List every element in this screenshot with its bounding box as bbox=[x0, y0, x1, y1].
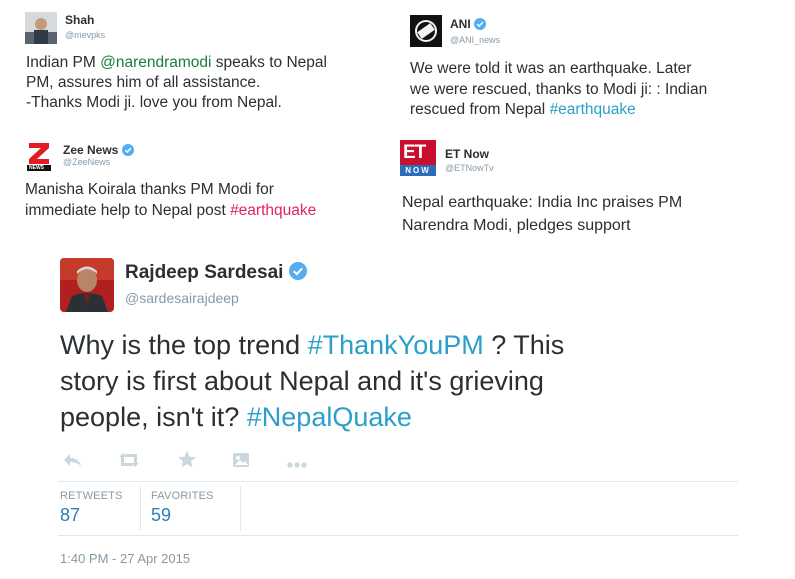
et-now-tweet-text: Nepal earthquake: India Inc praises PM N… bbox=[402, 191, 682, 237]
ani-tweet-text: We were told it was an earthquake. Later… bbox=[410, 59, 707, 121]
tweet-zee-news: NEWS Zee News @ZeeNews Manisha Koirala t… bbox=[0, 130, 400, 240]
rajdeep-handle[interactable]: @sardesairajdeep bbox=[125, 290, 239, 306]
ani-handle[interactable]: @ANI_news bbox=[450, 35, 500, 45]
rajdeep-tweet-text: Why is the top trend #ThankYouPM ? This … bbox=[60, 327, 564, 435]
shah-avatar-image bbox=[25, 12, 57, 44]
stats-divider-top bbox=[58, 481, 738, 482]
tweet-timestamp[interactable]: 1:40 PM - 27 Apr 2015 bbox=[60, 551, 190, 566]
verified-icon bbox=[288, 262, 307, 281]
rajdeep-line1-pre: Why is the top trend bbox=[60, 330, 308, 360]
et-now-line1: Nepal earthquake: India Inc praises PM bbox=[402, 194, 683, 211]
shah-handle[interactable]: @mevpks bbox=[65, 30, 105, 40]
retweets-label[interactable]: RETWEETS bbox=[60, 490, 123, 502]
hashtag-earthquake-zee[interactable]: #earthquake bbox=[230, 202, 316, 219]
tweet-et-now: ET NOW ET Now @ETNowTv Nepal earthquake:… bbox=[400, 130, 795, 240]
et-now-logo-bottom: NOW bbox=[400, 165, 436, 176]
ani-line1: We were told it was an earthquake. Later bbox=[410, 60, 692, 77]
ani-name[interactable]: ANI bbox=[450, 17, 487, 31]
zee-news-logo[interactable]: NEWS bbox=[25, 140, 53, 172]
shah-line2: PM, assures him of all assistance. bbox=[26, 74, 261, 91]
more-icon bbox=[287, 462, 307, 468]
ani-line2: we were rescued, thanks to Modi ji: : In… bbox=[410, 80, 708, 98]
favorite-icon bbox=[178, 451, 196, 468]
shah-name[interactable]: Shah bbox=[65, 13, 94, 27]
tweet-shah: Shah @mevpks Indian PM @narendramodi spe… bbox=[0, 0, 400, 130]
retweets-count[interactable]: 87 bbox=[60, 505, 80, 526]
retweet-icon bbox=[119, 453, 139, 467]
et-now-name[interactable]: ET Now bbox=[445, 147, 489, 161]
et-now-logo-top: ET bbox=[403, 142, 426, 163]
shah-line1-pre: Indian PM bbox=[26, 54, 101, 71]
rajdeep-name-text: Rajdeep Sardesai bbox=[125, 262, 284, 283]
ani-line3-pre: rescued from Nepal bbox=[410, 101, 550, 118]
stats-divider-bottom bbox=[58, 535, 738, 536]
zee-news-name-text: Zee News bbox=[63, 143, 119, 157]
hashtag-earthquake[interactable]: #earthquake bbox=[550, 101, 636, 118]
zee-news-tweet-text: Manisha Koirala thanks PM Modi for immed… bbox=[25, 180, 316, 221]
shah-line3: -Thanks Modi ji. love you from Nepal. bbox=[26, 94, 282, 111]
main-tweet: Rajdeep Sardesai @sardesairajdeep Why is… bbox=[0, 245, 795, 579]
ani-name-text: ANI bbox=[450, 17, 471, 31]
rajdeep-line3-pre: people, isn't it? bbox=[60, 402, 247, 432]
zee-news-line2-pre: immediate help to Nepal post bbox=[25, 201, 231, 219]
stats-divider-vertical-1 bbox=[140, 486, 141, 531]
ani-logo-image bbox=[410, 15, 442, 47]
et-now-logo[interactable]: ET NOW bbox=[400, 140, 436, 176]
tweet-ani: ANI @ANI_news We were told it was an ear… bbox=[400, 0, 795, 130]
shah-tweet-text: Indian PM @narendramodi speaks to Nepal … bbox=[26, 53, 327, 113]
embed-button[interactable] bbox=[232, 452, 250, 468]
rajdeep-line2: story is first about Nepal and it's grie… bbox=[60, 366, 544, 396]
retweet-button[interactable] bbox=[117, 452, 141, 468]
zee-news-logo-text: NEWS bbox=[29, 165, 44, 171]
favorites-count[interactable]: 59 bbox=[151, 505, 171, 526]
verified-icon bbox=[121, 143, 134, 156]
hashtag-nepalquake[interactable]: #NepalQuake bbox=[247, 402, 412, 432]
reply-button[interactable] bbox=[62, 452, 84, 468]
et-now-line2: Narendra Modi, pledges support bbox=[402, 217, 631, 234]
mention-narendramodi[interactable]: @narendramodi bbox=[100, 54, 211, 71]
shah-line1-post: speaks to Nepal bbox=[211, 54, 327, 71]
rajdeep-line1-post: ? This bbox=[483, 330, 565, 360]
zee-news-line1: Manisha Koirala thanks PM Modi for bbox=[25, 181, 274, 198]
hashtag-thankyoupm[interactable]: #ThankYouPM bbox=[308, 330, 484, 360]
zee-news-name[interactable]: Zee News bbox=[63, 143, 134, 157]
et-now-handle[interactable]: @ETNowTv bbox=[445, 163, 494, 173]
stats-divider-vertical-2 bbox=[240, 486, 241, 531]
favorites-label[interactable]: FAVORITES bbox=[151, 490, 214, 502]
rajdeep-avatar-image bbox=[60, 258, 114, 312]
embed-icon bbox=[233, 453, 249, 467]
more-button[interactable] bbox=[286, 456, 308, 468]
ani-logo[interactable] bbox=[410, 15, 442, 47]
favorite-button[interactable] bbox=[177, 450, 197, 468]
reply-icon bbox=[64, 454, 81, 466]
rajdeep-avatar[interactable] bbox=[60, 258, 114, 312]
shah-avatar[interactable] bbox=[25, 12, 57, 44]
verified-icon bbox=[474, 17, 487, 30]
rajdeep-name[interactable]: Rajdeep Sardesai bbox=[125, 262, 307, 284]
zee-news-handle[interactable]: @ZeeNews bbox=[63, 157, 110, 167]
